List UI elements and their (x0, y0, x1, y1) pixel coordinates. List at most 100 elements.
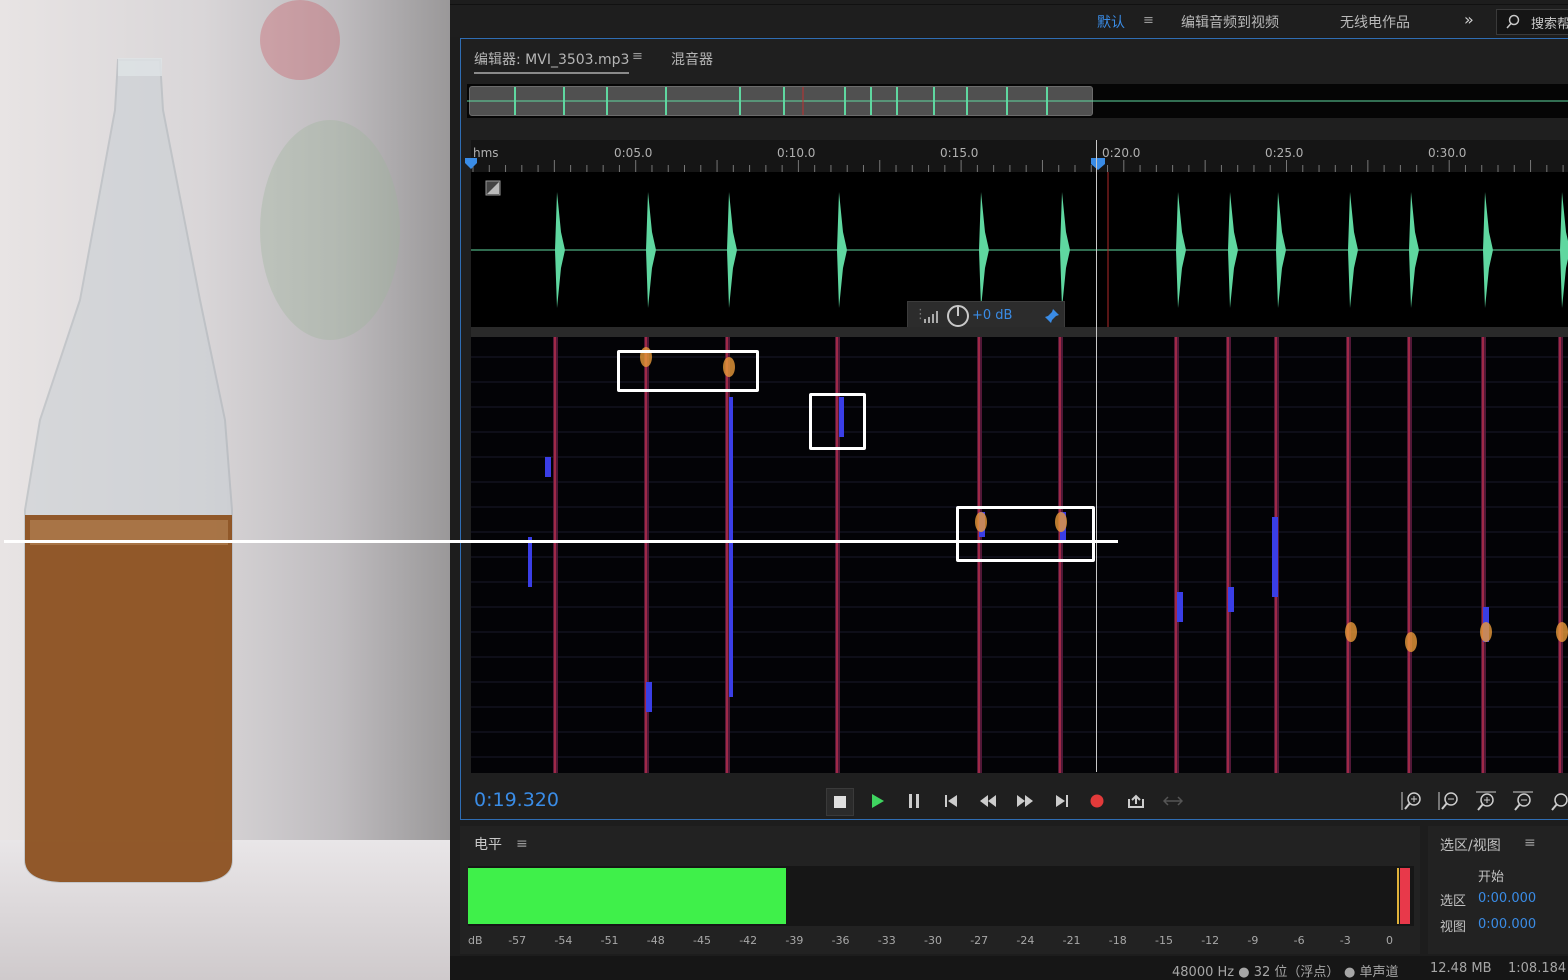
waveform-transient (1176, 192, 1186, 308)
waveform-transient (1060, 192, 1070, 308)
level-scale-label: -39 (785, 934, 804, 947)
time-ruler[interactable]: hms 0:05.0 0:10.0 0:15.0 0:20.0 0:25.0 0… (465, 140, 1568, 172)
spectrogram-band-core (726, 337, 728, 773)
editor-panel: 编辑器: MVI_3503.mp3 ≡ 混音器 hms 0:05.0 0:10.… (460, 38, 1568, 820)
skip-selection-button[interactable] (1160, 788, 1186, 814)
play-icon (872, 794, 884, 808)
loop-icon (1128, 794, 1144, 808)
row-view: 视图 (1440, 920, 1467, 935)
file-size: 12.48 MB (1430, 961, 1492, 976)
level-scale-label: dB (468, 934, 483, 947)
selection-view-menu-icon[interactable]: ≡ (1524, 835, 1536, 851)
editor-menu-icon[interactable]: ≡ (632, 49, 643, 64)
spectrogram-band-core (1347, 337, 1349, 773)
tab-mixer[interactable]: 混音器 (671, 49, 713, 69)
level-meter-peak-hold (1397, 868, 1399, 924)
zoom-out-time-icon[interactable] (1512, 790, 1534, 812)
stop-icon (834, 796, 846, 808)
spectrogram-blob (1177, 592, 1183, 622)
playhead-line[interactable] (1096, 140, 1097, 772)
play-button[interactable] (864, 788, 890, 814)
pin-icon[interactable] (1044, 308, 1060, 324)
waveform-transient (1228, 192, 1238, 308)
workspace-edit-audio-to-video[interactable]: 编辑音频到视频 (1181, 12, 1279, 32)
workspace-radio-production[interactable]: 无线电作品 (1340, 12, 1410, 32)
level-scale-label: -3 (1339, 934, 1351, 947)
annotation-line (4, 540, 1118, 543)
workspace-menu-icon[interactable]: ≡ (1143, 13, 1154, 28)
start-marker-icon[interactable] (465, 158, 477, 170)
stop-button[interactable] (826, 788, 854, 816)
zoom-full-icon[interactable] (1549, 790, 1568, 812)
waveform-transient (1276, 192, 1286, 308)
zoom-in-amplitude-icon[interactable] (1401, 790, 1423, 812)
level-scale-label: -36 (831, 934, 850, 947)
overview-navigator[interactable] (467, 84, 1568, 118)
rewind-button[interactable] (975, 788, 1001, 814)
waveform-transient (555, 192, 565, 308)
level-scale-label: 0 (1386, 934, 1393, 947)
rewind-icon (980, 795, 996, 807)
spectrogram-highlight (1556, 622, 1568, 642)
tab-editor[interactable]: 编辑器: MVI_3503.mp3 (474, 49, 630, 74)
level-scale-label: -48 (646, 934, 665, 947)
go-to-start-button[interactable] (938, 788, 964, 814)
spectrogram-band-core (1559, 337, 1561, 773)
skip-forward-icon (1056, 795, 1068, 807)
playhead-marker-icon[interactable] (1091, 158, 1105, 170)
go-to-end-button[interactable] (1049, 788, 1075, 814)
level-scale-label: -12 (1201, 934, 1220, 947)
selection-view-title: 选区/视图 (1440, 838, 1501, 854)
status-bar: 48000 Hz ● 32 位（浮点） ● 单声道 12.48 MB 1:08.… (450, 956, 1568, 980)
search-input[interactable]: 搜索帮 (1496, 9, 1568, 35)
zoom-out-amplitude-icon[interactable] (1438, 790, 1460, 812)
level-icon (924, 311, 938, 323)
level-scale-label: -57 (508, 934, 527, 947)
spectrogram-blob (1272, 517, 1278, 597)
selection-start-field[interactable]: 0:00.000 (1478, 891, 1536, 906)
zoom-in-time-icon[interactable] (1475, 790, 1497, 812)
level-menu-icon[interactable]: ≡ (516, 836, 528, 852)
chevron-double-right-icon[interactable]: » (1464, 10, 1474, 29)
spectrogram-highlight (1480, 622, 1492, 642)
spectral-toggle-icon[interactable] (485, 180, 501, 196)
level-scale-label: -51 (600, 934, 619, 947)
level-scale-label: -45 (693, 934, 711, 947)
gain-value[interactable]: +0 dB (972, 308, 1012, 323)
panel-divider[interactable] (471, 327, 1568, 337)
channel-info: ● 单声道 (1344, 965, 1399, 980)
selection-view-panel: 选区/视图 ≡ 开始 选区 0:00.000 视图 0:00.000 (1428, 826, 1568, 954)
overview-waveform (467, 87, 1568, 115)
annotation-box (956, 506, 1095, 562)
level-scale-label: -15 (1155, 934, 1173, 947)
view-start-field[interactable]: 0:00.000 (1478, 917, 1536, 932)
gain-knob-icon[interactable] (946, 304, 970, 328)
level-meter-clip-indicator[interactable] (1400, 868, 1410, 924)
annotation-box (617, 350, 759, 392)
audition-app: 默认 ≡ 编辑音频到视频 无线电作品 » 搜索帮 编辑器: MVI_3503.m… (450, 0, 1568, 980)
spectrogram-highlight (1345, 622, 1357, 642)
record-button[interactable] (1084, 788, 1110, 814)
current-time[interactable]: 0:19.320 (474, 789, 559, 811)
level-meter-panel: 电平 ≡ dB -57 -54 -51 -48 -45 -42 -39 -36 -33 -30 -27… (460, 826, 1420, 954)
waveform-transient (979, 192, 989, 308)
loop-button[interactable] (1123, 788, 1149, 814)
spectrogram-band-core (1175, 337, 1177, 773)
spectrogram-blob (545, 457, 551, 477)
fast-forward-button[interactable] (1012, 788, 1038, 814)
workspace-default[interactable]: 默认 (1097, 12, 1125, 32)
sample-info: 48000 Hz ● 32 位（浮点） (1172, 965, 1340, 980)
spectrogram-blob (729, 397, 733, 697)
waveform-transient (727, 192, 737, 308)
level-scale-label: -9 (1247, 934, 1259, 947)
waveform-transient (1560, 192, 1568, 308)
spectrogram-band-core (554, 337, 556, 773)
level-meter (468, 866, 1414, 926)
pause-button[interactable] (901, 788, 927, 814)
video-frame (0, 0, 450, 980)
waveform-transient (1409, 192, 1419, 308)
waveform-transient (837, 192, 847, 308)
level-scale-label: -54 (554, 934, 573, 947)
spectrogram-blob (528, 537, 532, 587)
fast-forward-icon (1017, 795, 1033, 807)
